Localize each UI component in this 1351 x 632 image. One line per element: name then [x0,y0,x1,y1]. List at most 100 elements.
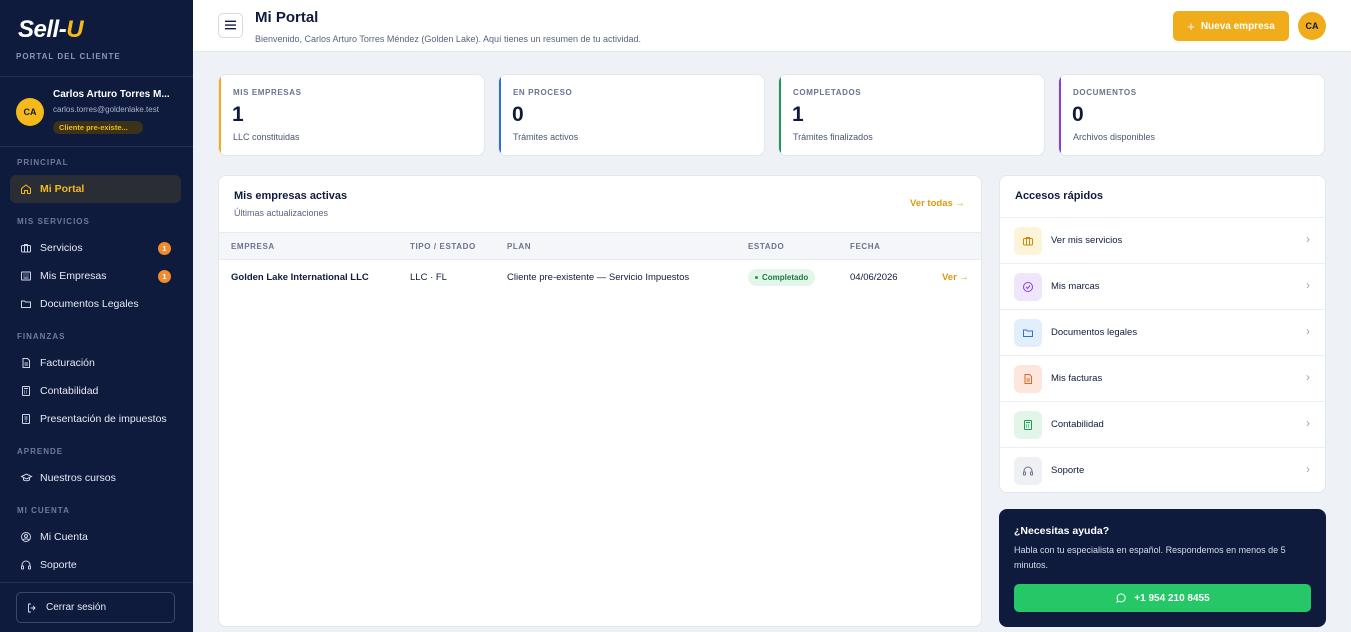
stat-description: Archivos disponibles [1073,132,1156,142]
logo[interactable]: Sell-U [18,16,84,44]
quick-access-item-documentos[interactable]: Documentos legales › [1000,309,1325,355]
briefcase-icon [19,241,33,255]
sidebar-item-mis-empresas[interactable]: Mis Empresas 1 [10,262,181,290]
folder-icon [1014,319,1042,347]
chevron-right-icon: › [1306,370,1310,384]
quick-access-label: Mis marcas [1051,281,1100,292]
sidebar-item-label: Facturación [40,357,95,369]
column-header[interactable]: PLAN [507,242,531,251]
logout-button[interactable]: Cerrar sesión [16,592,175,623]
chevron-right-icon: › [1306,416,1310,430]
chevron-right-icon: › [1306,278,1310,292]
stat-description: Trámites finalizados [793,132,873,142]
help-card: ¿Necesitas ayuda? Habla con tu especiali… [999,509,1326,627]
stat-accent-bar [499,75,501,155]
chevron-right-icon: › [1306,462,1310,476]
view-all-link[interactable]: Ver todas → [910,198,965,209]
divider [0,146,193,147]
sidebar-item-label: Documentos Legales [40,298,139,310]
user-name: Carlos Arturo Torres M... [53,89,170,100]
new-company-button[interactable]: + Nueva empresa [1173,11,1289,41]
stat-value: 0 [1072,103,1084,126]
stat-accent-bar [219,75,221,155]
stat-accent-bar [779,75,781,155]
section-title-mi-cuenta: MI CUENTA [17,506,70,515]
portal-label: PORTAL DEL CLIENTE [16,52,121,61]
stat-card-empresas: MIS EMPRESAS 1 LLC constituidas [218,74,485,156]
sidebar: Sell-U PORTAL DEL CLIENTE CA Carlos Artu… [0,0,193,632]
tax-icon [19,412,33,426]
column-header[interactable]: FECHA [850,242,881,251]
status-label: Completado [762,273,809,282]
logout-icon [26,601,40,615]
logout-label: Cerrar sesión [46,602,107,613]
section-title-aprende: APRENDE [17,447,64,456]
sidebar-item-presentacion-impuestos[interactable]: Presentación de impuestos [10,405,181,433]
whatsapp-call-button[interactable]: +1 954 210 8455 [1014,584,1311,612]
stat-card-documentos: DOCUMENTOS 0 Archivos disponibles [1058,74,1325,156]
calculator-icon [19,384,33,398]
page-subtitle: Bienvenido, Carlos Arturo Torres Méndez … [255,34,642,44]
sidebar-item-facturacion[interactable]: Facturación [10,349,181,377]
quick-access-label: Ver mis servicios [1051,235,1123,246]
companies-title: Mis empresas activas [234,190,348,202]
column-header[interactable]: TIPO / ESTADO [410,242,476,251]
topbar: Mi Portal Bienvenido, Carlos Arturo Torr… [193,0,1351,52]
quick-access-label: Soporte [1051,465,1085,476]
stat-card-en-proceso: EN PROCESO 0 Trámites activos [498,74,765,156]
badge-check-icon [1014,273,1042,301]
stat-label: COMPLETADOS [793,88,862,97]
sidebar-item-soporte[interactable]: Soporte [10,551,181,579]
company-name: Golden Lake International LLC [231,272,369,283]
graduation-cap-icon [19,471,33,485]
user-circle-icon [19,530,33,544]
user-avatar[interactable]: CA [16,98,44,126]
sidebar-item-label: Presentación de impuestos [40,413,167,425]
sidebar-item-mi-portal[interactable]: Mi Portal [10,175,181,203]
sidebar-item-contabilidad[interactable]: Contabilidad [10,377,181,405]
sidebar-item-mi-cuenta[interactable]: Mi Cuenta [10,523,181,551]
folder-icon [19,297,33,311]
column-header[interactable]: EMPRESA [231,242,275,251]
quick-access-item-facturas[interactable]: Mis facturas › [1000,355,1325,401]
sidebar-item-servicios[interactable]: Servicios 1 [10,234,181,262]
home-icon [19,182,33,196]
building-icon [19,269,33,283]
quick-access-label: Contabilidad [1051,419,1104,430]
stat-accent-bar [1059,75,1061,155]
table-header: EMPRESA TIPO / ESTADO PLAN ESTADO FECHA [219,232,981,260]
sidebar-item-nuestros-cursos[interactable]: Nuestros cursos [10,464,181,492]
section-title-finanzas: FINANZAS [17,332,66,341]
headset-icon [19,558,33,572]
quick-access-title: Accesos rápidos [1015,190,1104,202]
sidebar-item-label: Mi Cuenta [40,531,88,543]
quick-access-item-servicios[interactable]: Ver mis servicios › [1000,217,1325,263]
stat-value: 0 [512,103,524,126]
phone-number: +1 954 210 8455 [1134,592,1210,604]
quick-access-item-contabilidad[interactable]: Contabilidad › [1000,401,1325,447]
hamburger-icon [225,17,236,35]
status-dot [755,276,758,279]
sidebar-item-label: Mis Empresas [40,270,107,282]
headset-icon [1014,457,1042,485]
chevron-right-icon: › [1306,324,1310,338]
stat-label: DOCUMENTOS [1073,88,1137,97]
stat-description: LLC constituidas [233,132,300,142]
quick-access-item-soporte[interactable]: Soporte › [1000,447,1325,492]
column-header[interactable]: ESTADO [748,242,784,251]
quick-access-item-marcas[interactable]: Mis marcas › [1000,263,1325,309]
count-badge: 1 [158,270,171,283]
sidebar-item-label: Mi Portal [40,183,85,195]
sidebar-item-documentos-legales[interactable]: Documentos Legales [10,290,181,318]
sidebar-item-label: Servicios [40,242,83,254]
menu-toggle-button[interactable] [218,13,243,38]
avatar[interactable]: CA [1298,12,1326,40]
view-company-link[interactable]: Ver → [942,272,969,283]
divider [0,582,193,583]
quick-access-label: Mis facturas [1051,373,1103,384]
stat-value: 1 [792,103,804,126]
sidebar-item-label: Soporte [40,559,77,571]
client-type-badge: Cliente pre-existe... [53,121,143,134]
receipt-icon [1014,365,1042,393]
divider [0,76,193,77]
